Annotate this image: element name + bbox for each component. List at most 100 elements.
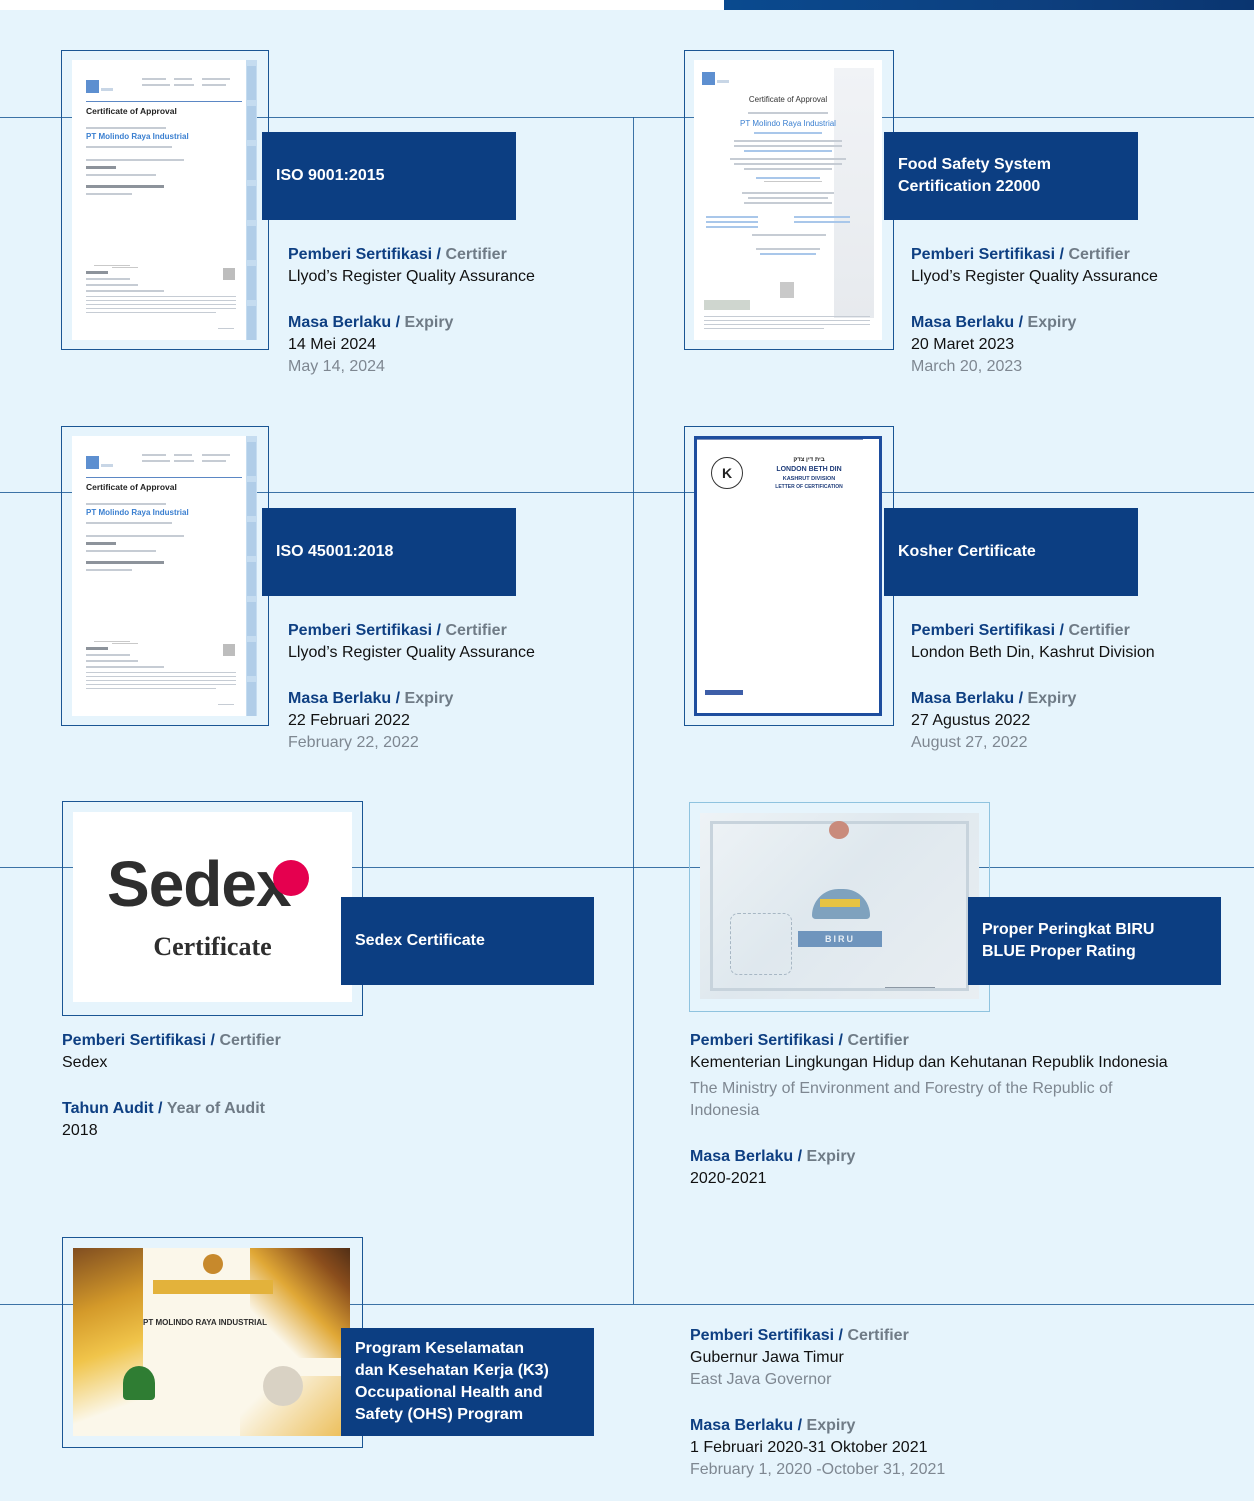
k3-banner-text: PT MOLINDO RAYA INDUSTRIAL [143,1318,268,1327]
certificate-title-line: Proper Peringkat BIRU [982,921,1155,938]
audit-label-en: Year of Audit [166,1100,265,1117]
certifier-value: Llyod’s Register Quality Assurance [288,268,535,285]
certificate-title-box: Food Safety System Certification 22000 [884,132,1138,220]
k3-trophy-icon [123,1366,155,1400]
certifier-value-en: East Java Governor [690,1371,832,1388]
certificate-title-line: Occupational Health and [355,1384,543,1401]
expiry-value-en: March 20, 2023 [911,358,1023,375]
sedex-dot-icon [273,860,309,896]
certifier-label-en: Certifier [847,1032,909,1049]
certifier-label-en: Certifier [219,1032,281,1049]
expiry-value-en: February 1, 2020 -October 31, 2021 [690,1461,946,1478]
certifier-value-en: Indonesia [690,1102,760,1119]
audit-year-value: 2018 [62,1122,98,1139]
certifier-label: Pemberi Sertifikasi [690,1327,835,1344]
certificate-details: Pemberi Sertifikasi / Certifier Llyod’s … [911,244,1241,378]
certificate-title-line: Certification 22000 [898,178,1041,195]
certificate-title-box: Kosher Certificate [884,508,1138,596]
kosher-seal-icon: K [711,457,743,489]
certificate-thumbnail: Certificate of Approval PT Molindo Raya … [72,60,257,340]
thumbnail-company: PT Molindo Raya Industrial [86,132,189,141]
thumbnail-company: PT Molindo Raya Industrial [86,508,189,517]
expiry-value: 2020-2021 [690,1170,767,1187]
certificate-title-box: ISO 45001:2018 [262,508,516,596]
expiry-label: Masa Berlaku [911,314,1015,331]
certifier-value: London Beth Din, Kashrut Division [911,644,1155,661]
certificate-title-box: Program Keselamatan dan Kesehatan Kerja … [341,1328,594,1436]
audit-label: Tahun Audit [62,1100,154,1117]
garuda-emblem-icon [203,1254,223,1274]
certifier-label-en: Certifier [1068,246,1130,263]
top-accent-bar [724,0,1254,10]
expiry-value-en: February 22, 2022 [288,734,419,751]
sedex-logo-text: Sedex [107,848,292,920]
thumbnail-company: PT Molindo Raya Industrial [740,119,836,128]
certifier-label: Pemberi Sertifikasi [690,1032,835,1049]
thumbnail-heading: Certificate of Approval [86,482,177,492]
certificate-title: Sedex Certificate [355,932,485,949]
certificate-title: ISO 45001:2018 [276,543,394,560]
certificate-details: Pemberi Sertifikasi / Certifier Sedex Ta… [62,1030,392,1142]
certificate-title-box: ISO 9001:2015 [262,132,516,220]
thumbnail-line: KASHRUT DIVISION [782,476,836,482]
expiry-label: Masa Berlaku [690,1148,794,1165]
certificate-title: Kosher Certificate [898,543,1036,560]
certificate-thumbnail: Certificate of Approval PT Molindo Raya … [72,436,257,716]
expiry-label: Masa Berlaku [288,314,392,331]
certifier-label: Pemberi Sertifikasi [911,622,1056,639]
certificate-title: ISO 9001:2015 [276,167,385,184]
certificate-title-box: Sedex Certificate [341,897,594,985]
sedex-logo-subtitle: Certificate [153,932,272,961]
expiry-label-en: Expiry [806,1417,856,1434]
expiry-label-en: Expiry [1027,314,1077,331]
certificate-title-line: Safety (OHS) Program [355,1406,524,1423]
expiry-value: 27 Agustus 2022 [911,712,1031,729]
certifier-value: Kementerian Lingkungan Hidup dan Kehutan… [690,1054,1168,1071]
expiry-label-en: Expiry [1027,690,1077,707]
certifier-label: Pemberi Sertifikasi [288,622,433,639]
certifier-label-en: Certifier [847,1327,909,1344]
expiry-value: 22 Februari 2022 [288,712,410,729]
certifier-value: Gubernur Jawa Timur [690,1349,844,1366]
thumbnail-heading: Certificate of Approval [86,106,177,116]
certificate-thumbnail: Certificate of Approval PT Molindo Raya … [694,60,882,340]
proper-badge-text: BIRU [798,931,882,947]
certifier-value: Llyod’s Register Quality Assurance [288,644,535,661]
certifier-label-en: Certifier [445,246,507,263]
expiry-label: Masa Berlaku [288,690,392,707]
certificate-details: Pemberi Sertifikasi / Certifier London B… [911,620,1241,754]
certifier-value: Sedex [62,1054,108,1071]
sedex-logo-image: Sedex Certificate [73,812,352,1002]
thumbnail-line: LONDON BETH DIN [776,466,842,473]
certifications-page: Certificate of Approval PT Molindo Raya … [0,0,1254,1501]
emblem-icon [829,821,849,839]
certificate-title-line: BLUE Proper Rating [982,943,1136,960]
expiry-value: 14 Mei 2024 [288,336,377,353]
certifier-label-en: Certifier [1068,622,1130,639]
center-divider [633,117,634,1304]
certificate-details: Pemberi Sertifikasi / Certifier Kementer… [690,1030,1230,1190]
certificate-title-line: Food Safety System [898,156,1051,173]
expiry-value: 1 Februari 2020-31 Oktober 2021 [690,1439,928,1456]
certificate-title-line: dan Kesehatan Kerja (K3) [355,1362,549,1379]
expiry-label: Masa Berlaku [690,1417,794,1434]
k3-certificate-image: PT MOLINDO RAYA INDUSTRIAL [73,1248,350,1436]
certificate-title-line: Program Keselamatan [355,1340,524,1357]
certifier-label: Pemberi Sertifikasi [911,246,1056,263]
thumbnail-heading: Certificate of Approval [748,95,828,104]
certificate-details: Pemberi Sertifikasi / Certifier Gubernur… [690,1325,1230,1481]
certifier-label: Pemberi Sertifikasi [62,1032,207,1049]
expiry-label-en: Expiry [404,690,454,707]
certifier-label: Pemberi Sertifikasi [288,246,433,263]
certifier-label-en: Certifier [445,622,507,639]
certificate-details: Pemberi Sertifikasi / Certifier Llyod’s … [288,620,618,754]
expiry-value-en: August 27, 2022 [911,734,1028,751]
expiry-value-en: May 14, 2024 [288,358,385,375]
expiry-value: 20 Maret 2023 [911,336,1015,353]
certificate-details: Pemberi Sertifikasi / Certifier Llyod’s … [288,244,618,378]
expiry-label: Masa Berlaku [911,690,1015,707]
certifier-value: Llyod’s Register Quality Assurance [911,268,1158,285]
proper-certificate-image: BIRU [700,813,979,999]
certificate-thumbnail: K בית דין צדק LONDON BETH DIN KASHRUT DI… [694,436,882,716]
certifier-value-en: The Ministry of Environment and Forestry… [690,1080,1113,1097]
